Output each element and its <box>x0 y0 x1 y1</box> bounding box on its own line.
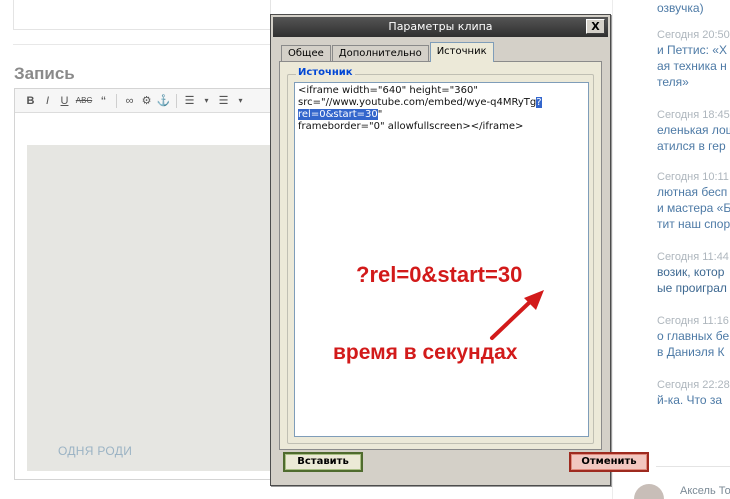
sidebar-item-time: Сегодня 18:45 <box>657 109 730 121</box>
bold-button[interactable]: B <box>23 93 38 109</box>
unlink-icon[interactable]: ⚙ <box>139 93 154 109</box>
user-name[interactable]: Аксель То <box>680 485 730 497</box>
strikethrough-button[interactable]: ABC <box>74 93 94 109</box>
source-legend: Источник <box>296 67 355 78</box>
numbered-list-icon[interactable]: ☰ <box>216 93 231 109</box>
divider <box>656 466 730 467</box>
sidebar-item-time: Сегодня 11:44 <box>657 251 729 263</box>
link-icon[interactable]: ∞ <box>122 93 137 109</box>
sidebar-item-time: Сегодня 22:28 <box>657 379 730 391</box>
italic-button[interactable]: I <box>40 93 55 109</box>
sidebar-item[interactable]: Сегодня 22:28 й-ка. Что за <box>657 378 730 408</box>
tab-advanced[interactable]: Дополнительно <box>331 45 429 62</box>
sidebar-item-text: атился в гер <box>657 139 726 153</box>
sidebar-item[interactable]: Сегодня 10:11 лютная бесп и мастера «Б т… <box>657 170 730 232</box>
tab-general[interactable]: Общее <box>281 45 331 62</box>
divider <box>13 44 271 45</box>
insert-button[interactable]: Вставить <box>283 452 363 472</box>
sidebar-item-text: еленькая лош <box>657 123 730 137</box>
quote-button[interactable]: “ <box>96 93 111 109</box>
sidebar-item-text: лютная бесп <box>657 185 728 199</box>
sidebar-item-text: возик, котор <box>657 265 725 279</box>
sidebar-section-title: ОДНЯ РОДИ <box>58 444 133 458</box>
sidebar-item-time: Сегодня 20:50 <box>657 29 730 41</box>
sidebar-item[interactable]: Сегодня 11:16 о главных бе в Даниэля К <box>657 314 730 360</box>
sidebar-item-time: Сегодня 10:11 <box>657 171 729 183</box>
source-code-text: <iframe width="640" height="360" src="//… <box>298 85 537 108</box>
sidebar-item[interactable]: озвучка) <box>657 0 730 16</box>
sidebar-item-text: ые проиграл <box>657 281 727 295</box>
anchor-icon[interactable]: ⚓ <box>156 93 171 109</box>
annotation-note: время в секундах <box>333 341 518 364</box>
top-panel <box>13 0 271 30</box>
sidebar-item-text: и мастера «Б <box>657 201 730 215</box>
toolbar-separator <box>176 93 177 108</box>
annotation-arrow <box>490 290 544 340</box>
sidebar-item-text: теля» <box>657 75 689 89</box>
toolbar-separator <box>116 93 117 108</box>
annotation-param: ?rel=0&start=30 <box>356 262 523 287</box>
chevron-down-icon[interactable]: ▾ <box>199 93 214 109</box>
cancel-button[interactable]: Отменить <box>569 452 649 472</box>
sidebar-item[interactable]: Сегодня 18:45 еленькая лош атился в гер <box>657 108 730 154</box>
sidebar-item-text: ая техника н <box>657 59 727 73</box>
editor-toolbar: B I U ABC “ ∞ ⚙ ⚓ ☰ ▾ ☰ ▾ <box>15 89 271 113</box>
underline-button[interactable]: U <box>57 93 72 109</box>
sidebar-item-text: тит наш спор <box>657 217 730 231</box>
post-editor[interactable]: B I U ABC “ ∞ ⚙ ⚓ ☰ ▾ ☰ ▾ <box>14 88 273 480</box>
source-fieldset: Источник <iframe width="640" height="360… <box>287 67 594 444</box>
tab-source[interactable]: Источник <box>429 42 494 62</box>
sidebar-item-text: озвучка) <box>657 1 704 15</box>
dialog-title: Параметры клипа <box>388 20 493 33</box>
sidebar-item[interactable]: Сегодня 11:44 возик, котор ые проиграл <box>657 250 730 296</box>
sidebar-item-text: и Петтис: «Х <box>657 43 727 57</box>
sidebar-item-text: й-ка. Что за <box>657 393 723 407</box>
dialog-tabs: Общее Дополнительно Источник <box>281 42 495 62</box>
source-code-textarea[interactable]: <iframe width="640" height="360" src="//… <box>294 82 589 437</box>
tab-panel: Источник <iframe width="640" height="360… <box>279 61 602 450</box>
news-sidebar: озвучка) Сегодня 20:50 и Петтис: «Х ая т… <box>612 0 730 499</box>
video-placeholder <box>27 145 273 471</box>
editor-heading: Запись <box>14 64 75 83</box>
sidebar-item-text: о главных бе <box>657 329 730 343</box>
bullet-list-icon[interactable]: ☰ <box>182 93 197 109</box>
chevron-down-icon[interactable]: ▾ <box>233 93 248 109</box>
sidebar-item-time: Сегодня 11:16 <box>657 315 729 327</box>
sidebar-item[interactable]: Сегодня 20:50 и Петтис: «Х ая техника н … <box>657 28 730 90</box>
dialog-titlebar[interactable]: Параметры клипа X <box>273 17 608 37</box>
close-button[interactable]: X <box>586 19 605 34</box>
clip-params-dialog: Параметры клипа X Общее Дополнительно Ис… <box>270 14 611 486</box>
sidebar-item-text: в Даниэля К <box>657 345 725 359</box>
